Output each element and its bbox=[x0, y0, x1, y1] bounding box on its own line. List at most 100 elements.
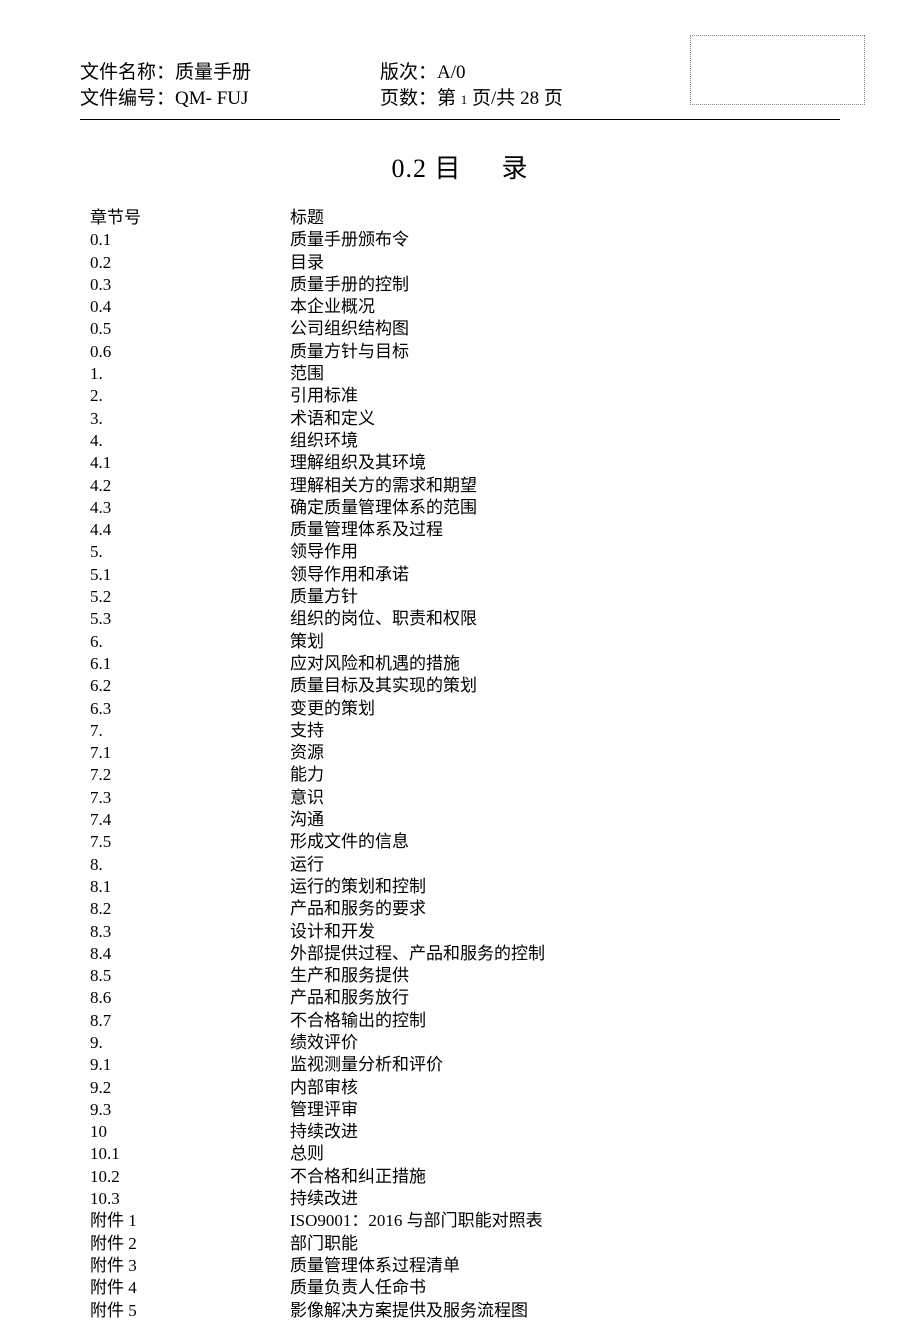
toc-chapter-number: 0.1 bbox=[90, 229, 290, 251]
toc-row: 9.3管理评审 bbox=[90, 1099, 840, 1121]
toc-chapter-title: 变更的策划 bbox=[290, 698, 840, 720]
toc-chapter-number: 0.5 bbox=[90, 318, 290, 340]
toc-chapter-number: 4. bbox=[90, 430, 290, 452]
toc-chapter-title: 不合格输出的控制 bbox=[290, 1010, 840, 1032]
page-mid: 页/共 bbox=[467, 88, 520, 109]
toc-chapter-number: 附件 3 bbox=[90, 1255, 290, 1277]
toc-chapter-number: 附件 4 bbox=[90, 1277, 290, 1299]
toc-chapter-number: 8. bbox=[90, 854, 290, 876]
toc-chapter-title: 产品和服务的要求 bbox=[290, 898, 840, 920]
toc-chapter-title: 设计和开发 bbox=[290, 921, 840, 943]
version-label: 版次： bbox=[380, 62, 437, 83]
toc-row: 0.2目录 bbox=[90, 252, 840, 274]
toc-chapter-number: 0.3 bbox=[90, 274, 290, 296]
toc-chapter-number: 附件 2 bbox=[90, 1233, 290, 1255]
page-suffix: 页 bbox=[539, 88, 563, 109]
toc-chapter-title: 术语和定义 bbox=[290, 408, 840, 430]
toc-row: 4.组织环境 bbox=[90, 430, 840, 452]
toc-row: 2.引用标准 bbox=[90, 385, 840, 407]
toc-row: 1.范围 bbox=[90, 363, 840, 385]
header-file-name: 文件名称：质量手册 bbox=[80, 60, 380, 86]
toc-chapter-number: 6.2 bbox=[90, 675, 290, 697]
toc-chapter-number: 6.1 bbox=[90, 653, 290, 675]
toc-row: 0.1质量手册颁布令 bbox=[90, 229, 840, 251]
toc-chapter-title: 公司组织结构图 bbox=[290, 318, 840, 340]
toc-chapter-title: 质量目标及其实现的策划 bbox=[290, 675, 840, 697]
file-no-value: QM- FUJ bbox=[175, 88, 248, 109]
toc-chapter-number: 8.1 bbox=[90, 876, 290, 898]
toc-chapter-title: 质量负责人任命书 bbox=[290, 1277, 840, 1299]
toc-row: 4.1理解组织及其环境 bbox=[90, 452, 840, 474]
toc-chapter-number: 5.1 bbox=[90, 564, 290, 586]
toc-chapter-number: 8.2 bbox=[90, 898, 290, 920]
toc-row: 8.4外部提供过程、产品和服务的控制 bbox=[90, 943, 840, 965]
toc-row: 7.支持 bbox=[90, 720, 840, 742]
toc-row: 7.5形成文件的信息 bbox=[90, 831, 840, 853]
toc-row: 6.3变更的策划 bbox=[90, 698, 840, 720]
page-title: 0.2 目录 bbox=[80, 148, 840, 185]
toc-row: 5.1领导作用和承诺 bbox=[90, 564, 840, 586]
toc-chapter-number: 5.2 bbox=[90, 586, 290, 608]
toc-row: 9.1监视测量分析和评价 bbox=[90, 1054, 840, 1076]
toc-row: 8.5生产和服务提供 bbox=[90, 965, 840, 987]
toc-chapter-number: 9. bbox=[90, 1032, 290, 1054]
toc-row: 6.1应对风险和机遇的措施 bbox=[90, 653, 840, 675]
toc-chapter-title: 领导作用 bbox=[290, 541, 840, 563]
toc-row: 0.4本企业概况 bbox=[90, 296, 840, 318]
header-dotted-box bbox=[690, 35, 865, 105]
toc-row: 6.策划 bbox=[90, 631, 840, 653]
toc-chapter-title: 质量方针与目标 bbox=[290, 341, 840, 363]
version-value: A/0 bbox=[437, 62, 466, 83]
toc-row: 附件 5影像解决方案提供及服务流程图 bbox=[90, 1300, 840, 1322]
toc-chapter-title: 影像解决方案提供及服务流程图 bbox=[290, 1300, 840, 1322]
toc-chapter-number: 10.1 bbox=[90, 1143, 290, 1165]
toc-row: 3.术语和定义 bbox=[90, 408, 840, 430]
toc-chapter-title: 领导作用和承诺 bbox=[290, 564, 840, 586]
toc-chapter-title: 沟通 bbox=[290, 809, 840, 831]
toc-chapter-title: 形成文件的信息 bbox=[290, 831, 840, 853]
toc-chapter-title: 质量管理体系过程清单 bbox=[290, 1255, 840, 1277]
toc-chapter-title: 内部审核 bbox=[290, 1077, 840, 1099]
file-no-label: 文件编号： bbox=[80, 88, 175, 109]
toc-chapter-title: 组织的岗位、职责和权限 bbox=[290, 608, 840, 630]
toc-chapter-number: 附件 1 bbox=[90, 1210, 290, 1232]
toc-chapter-title: 质量手册颁布令 bbox=[290, 229, 840, 251]
toc-chapter-title: 意识 bbox=[290, 787, 840, 809]
toc-chapter-title: 部门职能 bbox=[290, 1233, 840, 1255]
toc-chapter-title: 运行的策划和控制 bbox=[290, 876, 840, 898]
toc-chapter-title: 运行 bbox=[290, 854, 840, 876]
toc-row: 9.2内部审核 bbox=[90, 1077, 840, 1099]
toc-chapter-title: 总则 bbox=[290, 1143, 840, 1165]
toc-header-title: 标题 bbox=[290, 207, 840, 229]
toc-chapter-title: 本企业概况 bbox=[290, 296, 840, 318]
toc-chapter-title: 确定质量管理体系的范围 bbox=[290, 497, 840, 519]
toc-chapter-number: 4.3 bbox=[90, 497, 290, 519]
toc-chapter-number: 9.3 bbox=[90, 1099, 290, 1121]
toc-chapter-number: 6. bbox=[90, 631, 290, 653]
toc-chapter-number: 7.1 bbox=[90, 742, 290, 764]
toc-chapter-number: 5.3 bbox=[90, 608, 290, 630]
toc-chapter-number: 0.4 bbox=[90, 296, 290, 318]
page-prefix: 第 bbox=[437, 88, 461, 109]
toc-row: 5.2质量方针 bbox=[90, 586, 840, 608]
toc-chapter-number: 8.6 bbox=[90, 987, 290, 1009]
toc-chapter-number: 10 bbox=[90, 1121, 290, 1143]
toc-chapter-number: 0.6 bbox=[90, 341, 290, 363]
toc-chapter-title: 质量管理体系及过程 bbox=[290, 519, 840, 541]
toc-row: 8.6产品和服务放行 bbox=[90, 987, 840, 1009]
toc-chapter-title: 能力 bbox=[290, 764, 840, 786]
toc-row: 8.运行 bbox=[90, 854, 840, 876]
toc-header-chapter-no: 章节号 bbox=[90, 207, 290, 229]
toc-row: 附件 3质量管理体系过程清单 bbox=[90, 1255, 840, 1277]
toc-chapter-number: 8.5 bbox=[90, 965, 290, 987]
toc-rows-container: 0.1质量手册颁布令0.2目录0.3质量手册的控制0.4本企业概况0.5公司组织… bbox=[90, 229, 840, 1322]
toc-chapter-number: 4.1 bbox=[90, 452, 290, 474]
toc-row: 9.绩效评价 bbox=[90, 1032, 840, 1054]
page-title-prefix: 0.2 目 bbox=[391, 154, 461, 183]
toc-chapter-title: 外部提供过程、产品和服务的控制 bbox=[290, 943, 840, 965]
toc-chapter-number: 4.4 bbox=[90, 519, 290, 541]
toc-chapter-title: 应对风险和机遇的措施 bbox=[290, 653, 840, 675]
toc-row: 7.1资源 bbox=[90, 742, 840, 764]
toc-chapter-number: 0.2 bbox=[90, 252, 290, 274]
toc-chapter-title: 质量方针 bbox=[290, 586, 840, 608]
